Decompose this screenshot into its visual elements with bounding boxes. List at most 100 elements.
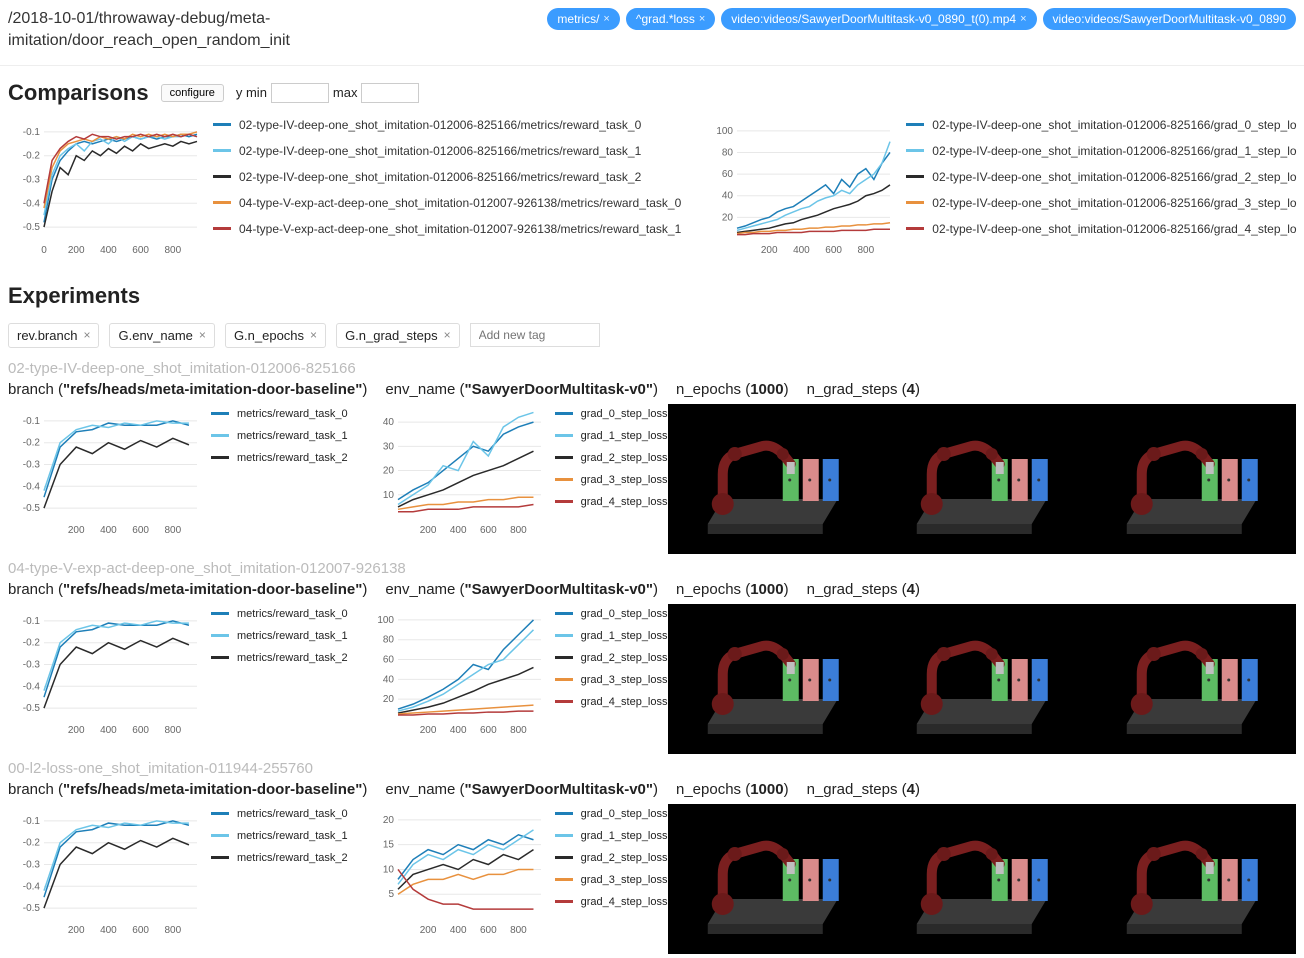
legend-swatch (906, 175, 924, 178)
video-frame[interactable] (1087, 804, 1297, 954)
experiment-id[interactable]: 02-type-IV-deep-one_shot_imitation-01200… (0, 358, 1304, 379)
svg-text:100: 100 (377, 615, 394, 626)
svg-text:800: 800 (164, 525, 181, 536)
legend-swatch (211, 612, 229, 615)
reward-chart[interactable]: -0.5-0.4-0.3-0.2-0.1200400600800 (8, 404, 203, 539)
legend-item[interactable]: 02-type-IV-deep-one_shot_imitation-01200… (213, 118, 681, 132)
breadcrumb[interactable]: /2018-10-01/throwaway-debug/meta-imitati… (8, 8, 308, 53)
tag[interactable]: G.n_epochs× (225, 323, 326, 348)
legend-item[interactable]: 04-type-V-exp-act-deep-one_shot_imitatio… (213, 222, 681, 236)
legend-item[interactable]: metrics/reward_task_2 (211, 852, 348, 864)
legend-item[interactable]: 02-type-IV-deep-one_shot_imitation-01200… (213, 170, 681, 184)
filter-chips: metrics/× ^grad.*loss× video:videos/Sawyer… (547, 8, 1296, 30)
legend-item[interactable]: 02-type-IV-deep-one_shot_imitation-01200… (906, 144, 1296, 158)
video-frame[interactable] (668, 404, 878, 554)
svg-text:800: 800 (858, 245, 875, 256)
video-strip[interactable] (668, 804, 1297, 954)
legend-item[interactable]: grad_4_step_loss (555, 896, 668, 908)
legend-item[interactable]: 02-type-IV-deep-one_shot_imitation-01200… (906, 170, 1296, 184)
video-frame[interactable] (668, 804, 878, 954)
close-icon[interactable]: × (1020, 13, 1026, 25)
comparison-grad-chart[interactable]: 20406080100200400600800 (701, 114, 896, 259)
legend-swatch (555, 412, 573, 415)
ymax-input[interactable] (361, 83, 419, 103)
video-strip[interactable] (668, 404, 1297, 554)
legend-item[interactable]: grad_0_step_loss (555, 608, 668, 620)
legend-item[interactable]: metrics/reward_task_2 (211, 652, 348, 664)
filter-chip[interactable]: video:videos/SawyerDoorMultitask-v0_0890 (1043, 8, 1296, 30)
legend-item[interactable]: 04-type-V-exp-act-deep-one_shot_imitatio… (213, 196, 681, 210)
video-frame[interactable] (877, 604, 1087, 754)
video-frame[interactable] (877, 804, 1087, 954)
grad-chart[interactable]: 10203040200400600800 (362, 404, 547, 539)
grad-chart[interactable]: 20406080100200400600800 (362, 604, 547, 739)
svg-text:15: 15 (383, 839, 395, 850)
comparisons-title: Comparisons configure y min max (0, 66, 1304, 114)
svg-text:-0.1: -0.1 (23, 616, 41, 627)
legend-item[interactable]: metrics/reward_task_2 (211, 452, 348, 464)
legend-item[interactable]: 02-type-IV-deep-one_shot_imitation-01200… (906, 222, 1296, 236)
reward-legend: metrics/reward_task_0 metrics/reward_task… (211, 804, 348, 934)
close-icon[interactable]: × (603, 13, 609, 25)
filter-chip[interactable]: metrics/× (547, 8, 619, 30)
reward-chart[interactable]: -0.5-0.4-0.3-0.2-0.1200400600800 (8, 604, 203, 739)
legend-swatch (906, 149, 924, 152)
video-frame[interactable] (1087, 404, 1297, 554)
legend-item[interactable]: metrics/reward_task_0 (211, 808, 348, 820)
legend-item[interactable]: grad_2_step_loss (555, 452, 668, 464)
legend-item[interactable]: metrics/reward_task_0 (211, 608, 348, 620)
ymin-input[interactable] (271, 83, 329, 103)
add-tag-input[interactable] (470, 323, 600, 347)
svg-text:600: 600 (480, 525, 497, 536)
legend-item[interactable]: 02-type-IV-deep-one_shot_imitation-01200… (906, 196, 1296, 210)
close-icon[interactable]: × (83, 328, 90, 342)
filter-chip[interactable]: ^grad.*loss× (626, 8, 715, 30)
legend-swatch (213, 123, 231, 126)
legend-item[interactable]: metrics/reward_task_1 (211, 630, 348, 642)
legend-label: grad_0_step_loss (581, 808, 668, 820)
comparison-reward-chart[interactable]: -0.5-0.4-0.3-0.2-0.10200400600800 (8, 114, 203, 259)
legend-item[interactable]: grad_4_step_loss (555, 696, 668, 708)
legend-item[interactable]: grad_1_step_loss (555, 830, 668, 842)
legend-item[interactable]: grad_3_step_loss (555, 874, 668, 886)
configure-button[interactable]: configure (161, 84, 224, 102)
legend-item[interactable]: 02-type-IV-deep-one_shot_imitation-01200… (213, 144, 681, 158)
svg-text:-0.5: -0.5 (23, 903, 41, 914)
legend-item[interactable]: metrics/reward_task_0 (211, 408, 348, 420)
video-frame[interactable] (1087, 604, 1297, 754)
tag[interactable]: G.n_grad_steps× (336, 323, 460, 348)
legend-item[interactable]: metrics/reward_task_1 (211, 830, 348, 842)
legend-label: metrics/reward_task_0 (237, 808, 348, 820)
tag[interactable]: G.env_name× (109, 323, 214, 348)
close-icon[interactable]: × (699, 13, 705, 25)
svg-text:60: 60 (722, 169, 734, 180)
close-icon[interactable]: × (199, 328, 206, 342)
video-strip[interactable] (668, 604, 1297, 754)
legend-item[interactable]: 02-type-IV-deep-one_shot_imitation-01200… (906, 118, 1296, 132)
legend-item[interactable]: grad_2_step_loss (555, 652, 668, 664)
legend-item[interactable]: grad_1_step_loss (555, 630, 668, 642)
legend-item[interactable]: grad_0_step_loss (555, 408, 668, 420)
video-frame[interactable] (668, 604, 878, 754)
filter-chip[interactable]: video:videos/SawyerDoorMultitask-v0_0890… (721, 8, 1036, 30)
legend-swatch (213, 201, 231, 204)
legend-swatch (555, 834, 573, 837)
experiment-id[interactable]: 04-type-V-exp-act-deep-one_shot_imitatio… (0, 558, 1304, 579)
legend-item[interactable]: grad_1_step_loss (555, 430, 668, 442)
legend-label: metrics/reward_task_0 (237, 408, 348, 420)
experiment-id[interactable]: 00-l2-loss-one_shot_imitation-011944-255… (0, 758, 1304, 779)
legend-item[interactable]: metrics/reward_task_1 (211, 430, 348, 442)
reward-chart[interactable]: -0.5-0.4-0.3-0.2-0.1200400600800 (8, 804, 203, 939)
legend-item[interactable]: grad_4_step_loss (555, 496, 668, 508)
close-icon[interactable]: × (444, 328, 451, 342)
legend-item[interactable]: grad_2_step_loss (555, 852, 668, 864)
close-icon[interactable]: × (310, 328, 317, 342)
svg-text:200: 200 (419, 725, 436, 736)
grad-chart[interactable]: 5101520200400600800 (362, 804, 547, 939)
legend-swatch (555, 634, 573, 637)
legend-item[interactable]: grad_0_step_loss (555, 808, 668, 820)
video-frame[interactable] (877, 404, 1087, 554)
tag[interactable]: rev.branch× (8, 323, 99, 348)
legend-item[interactable]: grad_3_step_loss (555, 474, 668, 486)
legend-item[interactable]: grad_3_step_loss (555, 674, 668, 686)
